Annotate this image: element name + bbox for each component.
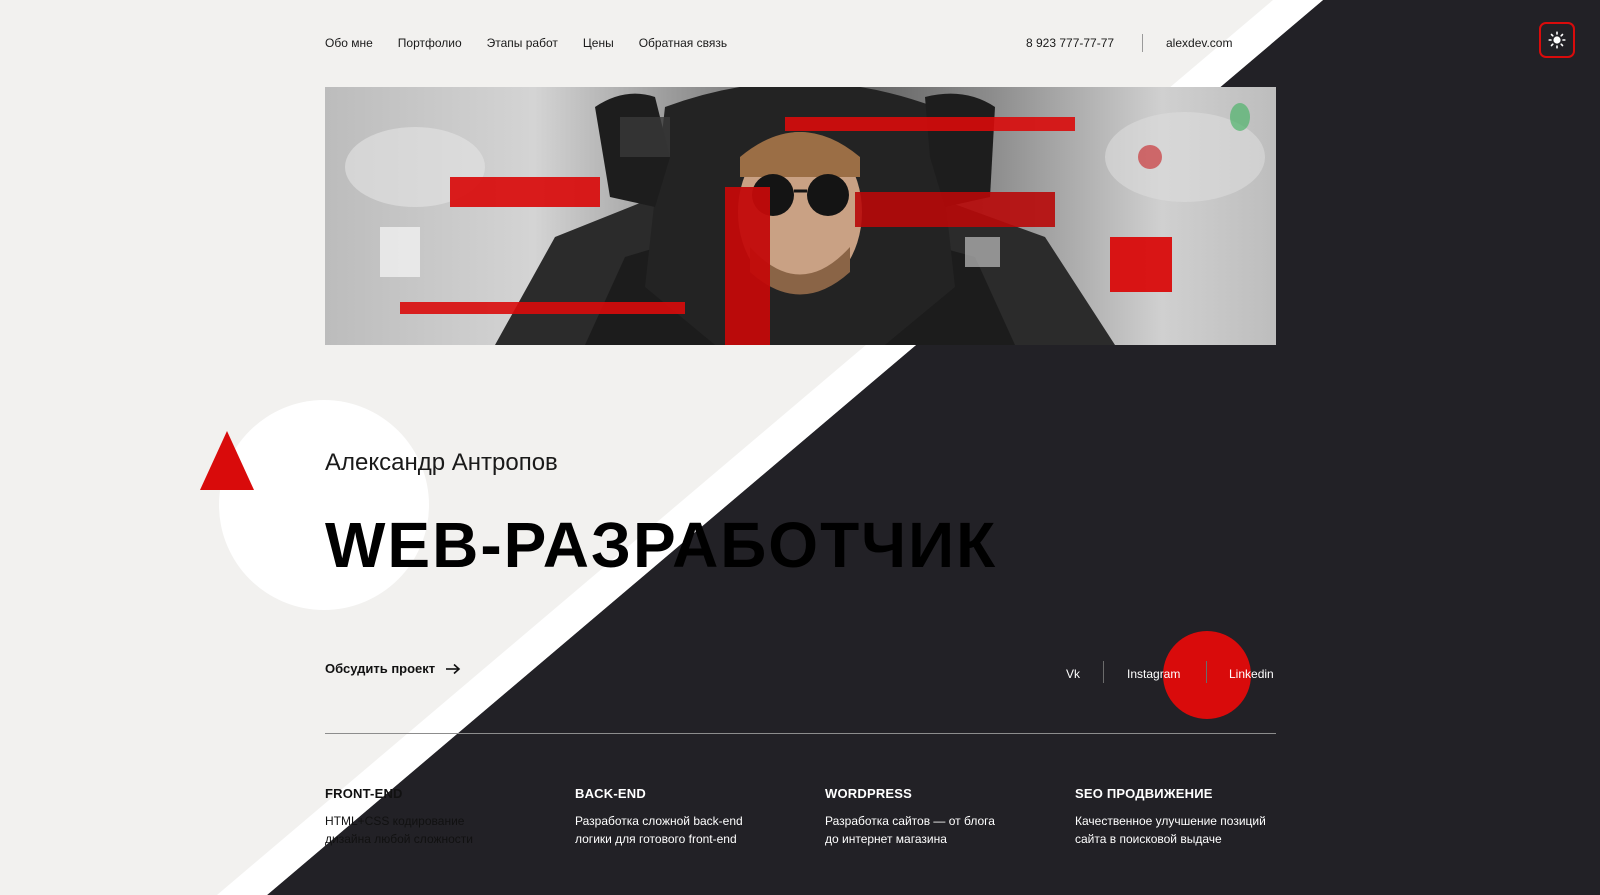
service-description-line: HTML+CSS кодирование bbox=[325, 814, 465, 828]
nav-item-portfolio[interactable]: Портфолио bbox=[398, 36, 462, 50]
page-canvas: Обо мне Портфолио Этапы работ Цены Обрат… bbox=[0, 0, 1600, 895]
service-back-end: BACK-END Разработка сложной back-end лог… bbox=[575, 786, 805, 848]
service-description: Разработка сайтов — от блога до интернет… bbox=[825, 812, 1055, 848]
service-seo: SEO ПРОДВИЖЕНИЕ Качественное улучшение п… bbox=[1075, 786, 1305, 848]
nav-item-feedback[interactable]: Обратная связь bbox=[639, 36, 727, 50]
nav-item-prices[interactable]: Цены bbox=[583, 36, 614, 50]
service-description-line: Качественное улучшение позиций bbox=[1075, 814, 1266, 828]
hero-photo-illustration bbox=[345, 87, 1265, 345]
social-divider bbox=[1103, 661, 1104, 683]
email-link[interactable]: alexdev.com bbox=[1166, 36, 1232, 50]
cta-label: Обсудить проект bbox=[325, 661, 436, 676]
service-title: WORDPRESS bbox=[825, 786, 913, 801]
main-navigation: Обо мне Портфолио Этапы работ Цены Обрат… bbox=[325, 36, 727, 50]
header-divider bbox=[1142, 34, 1143, 52]
theme-toggle-button[interactable] bbox=[1539, 22, 1575, 58]
nav-item-stages[interactable]: Этапы работ bbox=[487, 36, 558, 50]
hero-banner-image bbox=[325, 87, 1276, 345]
social-link-vk[interactable]: Vk bbox=[1066, 667, 1080, 681]
service-title: FRONT-END bbox=[325, 786, 403, 801]
service-description-line: дизайна любой сложности bbox=[325, 832, 474, 846]
service-wordpress: WORDPRESS Разработка сайтов — от блога д… bbox=[825, 786, 1055, 848]
job-title-heading: WEB-РАЗРАБОТЧИК bbox=[325, 509, 998, 581]
discuss-project-button[interactable]: Обсудить проект bbox=[325, 661, 461, 676]
service-description: HTML+CSS кодирование дизайна любой сложн… bbox=[325, 812, 555, 848]
phone-link[interactable]: 8 923 777-77-77 bbox=[1026, 36, 1114, 50]
service-title: BACK-END bbox=[575, 786, 646, 801]
service-description-line: Разработка сайтов — от блога bbox=[825, 814, 995, 828]
person-name: Александр Антропов bbox=[325, 449, 558, 476]
social-link-linkedin[interactable]: Linkedin bbox=[1229, 667, 1274, 681]
service-description-line: логики для готового front-end bbox=[575, 832, 737, 846]
content-divider bbox=[325, 733, 1276, 734]
sun-icon bbox=[1548, 31, 1566, 49]
service-description-line: Разработка сложной back-end bbox=[575, 814, 743, 828]
nav-item-about[interactable]: Обо мне bbox=[325, 36, 373, 50]
social-divider bbox=[1206, 661, 1207, 683]
service-front-end: FRONT-END HTML+CSS кодирование дизайна л… bbox=[325, 786, 555, 848]
service-description-line: до интернет магазина bbox=[825, 832, 947, 846]
service-description-line: сайта в поисковой выдаче bbox=[1075, 832, 1222, 846]
social-link-instagram[interactable]: Instagram bbox=[1127, 667, 1180, 681]
service-title: SEO ПРОДВИЖЕНИЕ bbox=[1075, 786, 1213, 801]
service-description: Качественное улучшение позиций сайта в п… bbox=[1075, 812, 1305, 848]
service-description: Разработка сложной back-end логики для г… bbox=[575, 812, 805, 848]
decorative-red-triangle bbox=[200, 431, 254, 490]
arrow-right-icon bbox=[446, 663, 461, 674]
